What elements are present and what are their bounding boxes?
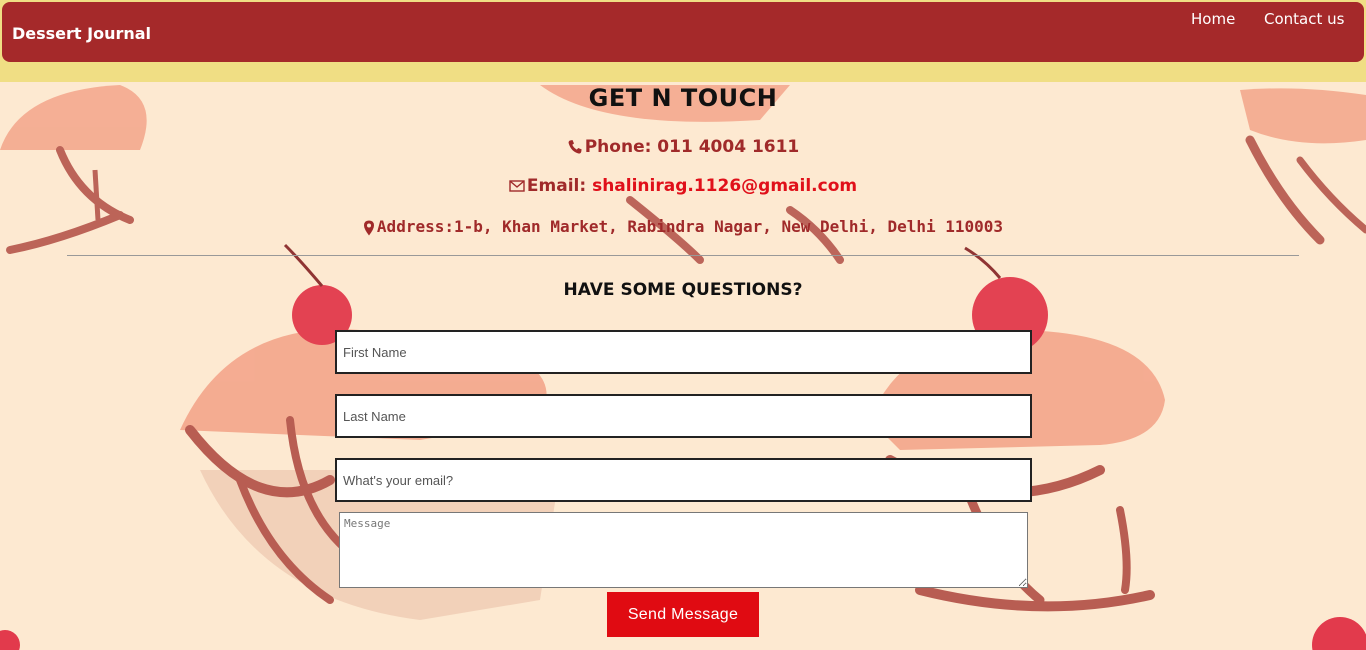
email-line: Email: shalinirag.1126@gmail.com — [0, 176, 1366, 196]
form-heading: HAVE SOME QUESTIONS? — [563, 280, 803, 300]
brand-logo[interactable]: Dessert Journal — [12, 24, 151, 43]
phone-icon — [568, 140, 582, 154]
phone-line: Phone: 011 4004 1611 — [0, 137, 1366, 157]
address-text: Address:1-b, Khan Market, Rabindra Nagar… — [376, 217, 1004, 236]
address-line: Address:1-b, Khan Market, Rabindra Nagar… — [0, 217, 1366, 236]
last-name-input[interactable] — [335, 394, 1032, 438]
navbar: Dessert Journal Home Contact us — [2, 2, 1364, 62]
phone-text: Phone: 011 4004 1611 — [584, 137, 800, 157]
map-pin-icon — [363, 220, 374, 235]
email-input[interactable] — [335, 458, 1032, 502]
email-label: Email: — [526, 176, 593, 196]
page-title: GET N TOUCH — [588, 84, 778, 112]
envelope-icon — [509, 180, 525, 192]
send-message-button[interactable]: Send Message — [607, 592, 759, 637]
section-divider — [67, 255, 1299, 256]
nav-contact-link[interactable]: Contact us — [1264, 10, 1344, 28]
nav-home-link[interactable]: Home — [1191, 10, 1235, 28]
first-name-input[interactable] — [335, 330, 1032, 374]
email-link[interactable]: shalinirag.1126@gmail.com — [592, 176, 857, 196]
message-textarea[interactable] — [339, 512, 1028, 588]
